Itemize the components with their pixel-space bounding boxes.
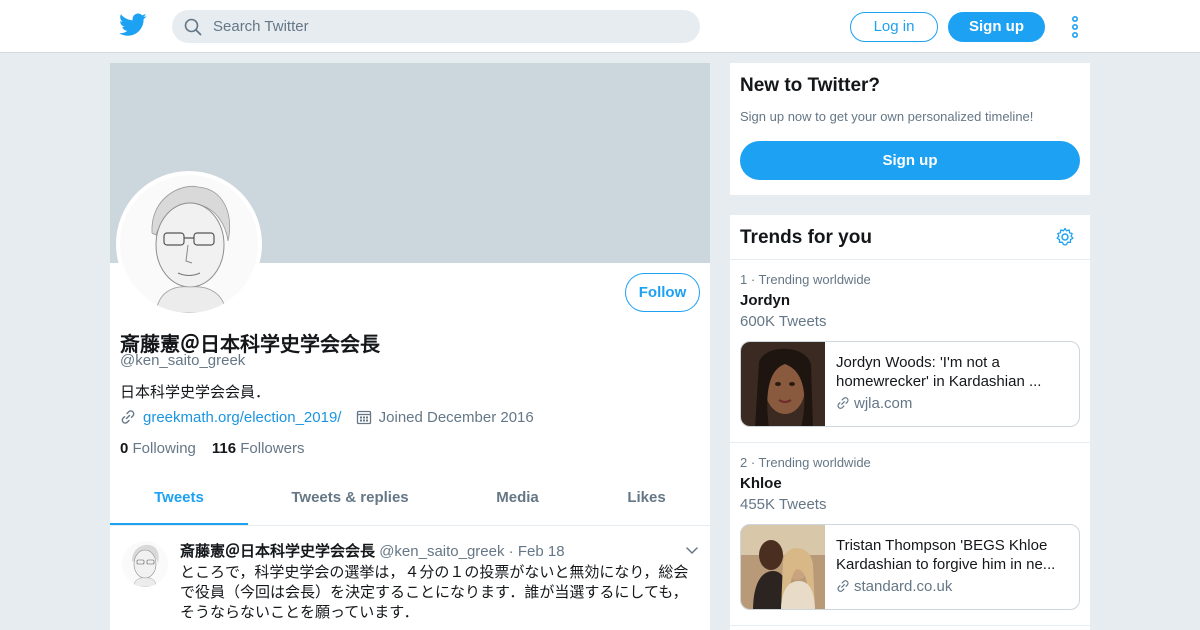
calendar-icon — [356, 410, 371, 425]
following-label: Following — [132, 440, 196, 457]
portrait-sketch-image — [120, 175, 258, 313]
follow-button[interactable]: Follow — [625, 273, 700, 312]
followers-link[interactable]: 116 Followers — [212, 440, 305, 457]
trend-name[interactable]: Jordyn — [740, 292, 790, 309]
new-to-twitter-panel: New to Twitter? Sign up now to get your … — [730, 63, 1090, 195]
profile-panel: Follow 斎藤憲＠日本科学史学会会長 @ken_saito_greek 日本… — [110, 63, 710, 630]
tab-tweets[interactable]: Tweets — [110, 473, 248, 525]
trend-news-card[interactable]: Jordyn Woods: 'I'm not a homewrecker' in… — [740, 341, 1080, 427]
link-icon — [837, 397, 849, 409]
joined-date-group: Joined December 2016 — [356, 409, 534, 426]
trend-tweet-count: 600K Tweets — [740, 313, 827, 330]
login-button[interactable]: Log in — [850, 12, 938, 42]
tab-likes[interactable]: Likes — [610, 473, 683, 525]
news-card-domain: standard.co.uk — [854, 578, 953, 595]
trend-news-card[interactable]: Tristan Thompson 'BEGS Khloe Kardashian … — [740, 524, 1080, 610]
tweet-header: 斎藤憲＠日本科学史学会会長 @ken_saito_greek · Feb 18 — [180, 540, 565, 561]
search-icon — [184, 18, 202, 36]
profile-meta: greekmath.org/election_2019/ Joined Dece… — [120, 409, 534, 429]
news-card-domain: wjla.com — [854, 395, 913, 412]
tweet-text: ところで，科学史学会の選挙は，４分の１の投票がないと無効になり，総会で役員（今回… — [180, 564, 689, 621]
tweet-item[interactable]: 斎藤憲＠日本科学史学会会長 @ken_saito_greek · Feb 18 … — [110, 526, 710, 630]
more-vertical-icon[interactable] — [1066, 14, 1084, 40]
search-placeholder: Search Twitter — [213, 18, 309, 35]
news-card-domain-row: standard.co.uk — [836, 578, 952, 595]
tweet-author-handle[interactable]: @ken_saito_greek — [379, 543, 504, 560]
tweet-date[interactable]: Feb 18 — [518, 543, 565, 560]
following-count: 0 — [120, 440, 129, 457]
new-to-twitter-subtitle: Sign up now to get your own personalized… — [740, 109, 1034, 124]
link-icon — [837, 580, 849, 592]
profile-tabs: Tweets Tweets & replies Media Likes — [110, 473, 710, 526]
followers-label: Followers — [240, 440, 305, 457]
top-navigation-bar: Search Twitter Log in Sign up — [0, 0, 1200, 53]
trends-title: Trends for you — [740, 227, 872, 248]
profile-handle: @ken_saito_greek — [120, 352, 246, 369]
trend-context: 2 · Trending worldwide — [740, 455, 871, 470]
tweet-author-name[interactable]: 斎藤憲＠日本科学史学会会長 — [180, 543, 375, 560]
followers-count: 116 — [211, 440, 237, 457]
tweet-avatar[interactable] — [122, 541, 168, 587]
chevron-down-icon[interactable] — [685, 546, 699, 556]
signup-button[interactable]: Sign up — [948, 12, 1045, 42]
following-link[interactable]: 0 Following — [120, 440, 196, 457]
trend-item[interactable]: 1 · Trending worldwide Jordyn 600K Tweet… — [730, 260, 1090, 443]
sidebar-signup-button[interactable]: Sign up — [740, 141, 1080, 180]
news-thumbnail-image — [741, 525, 825, 609]
tweet-avatar-sketch — [122, 541, 168, 587]
trend-context: 1 · Trending worldwide — [740, 272, 871, 287]
news-card-domain-row: wjla.com — [836, 395, 912, 412]
profile-stats: 0 Following 116 Followers — [120, 440, 304, 457]
tab-tweets-and-replies[interactable]: Tweets & replies — [270, 473, 430, 525]
trends-header: Trends for you — [730, 215, 1090, 260]
joined-date: Joined December 2016 — [378, 409, 534, 426]
profile-avatar[interactable] — [116, 171, 262, 317]
search-input[interactable]: Search Twitter — [172, 10, 700, 43]
gear-icon[interactable] — [1055, 227, 1075, 247]
link-icon — [121, 410, 135, 424]
tweet-separator: · — [508, 543, 514, 560]
trend-tweet-count: 455K Tweets — [740, 496, 827, 513]
trends-panel: Trends for you 1 · Trending worldwide Jo… — [730, 215, 1090, 630]
news-card-title: Jordyn Woods: 'I'm not a homewrecker' in… — [836, 354, 1042, 390]
trend-item[interactable]: 2 · Trending worldwide Khloe 455K Tweets… — [730, 443, 1090, 626]
trend-name[interactable]: Khloe — [740, 475, 782, 492]
twitter-bird-icon[interactable] — [119, 13, 147, 37]
profile-website-link[interactable]: greekmath.org/election_2019/ — [143, 409, 341, 426]
new-to-twitter-title: New to Twitter? — [740, 75, 881, 96]
tab-media[interactable]: Media — [475, 473, 560, 525]
news-card-title: Tristan Thompson 'BEGS Khloe Kardashian … — [836, 537, 1056, 573]
profile-bio: 日本科学史学会会員． — [120, 384, 271, 401]
news-thumbnail-image — [741, 342, 825, 426]
